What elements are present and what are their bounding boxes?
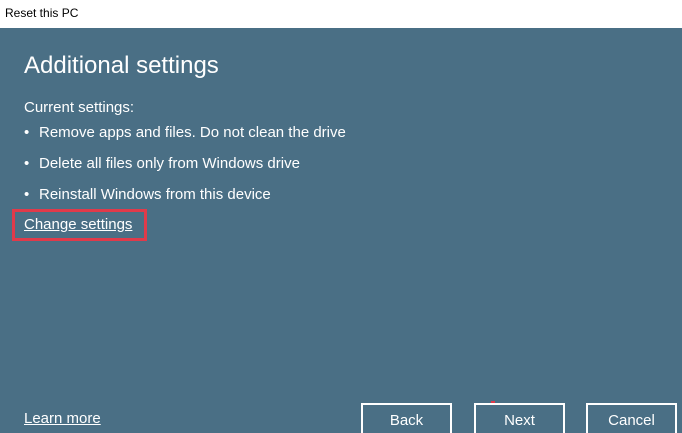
window-title: Reset this PC — [5, 6, 79, 20]
next-button[interactable]: Next — [474, 403, 565, 433]
settings-list: • Remove apps and files. Do not clean th… — [24, 122, 346, 215]
setting-text: Reinstall Windows from this device — [39, 186, 271, 203]
content-panel: Additional settings Current settings: • … — [0, 28, 682, 433]
bullet-icon: • — [24, 155, 30, 172]
setting-text: Remove apps and files. Do not clean the … — [39, 124, 346, 141]
bullet-icon: • — [24, 124, 30, 141]
title-bar: Reset this PC — [0, 0, 682, 28]
back-button[interactable]: Back — [361, 403, 452, 433]
setting-text: Delete all files only from Windows drive — [39, 155, 300, 172]
list-item: • Reinstall Windows from this device — [24, 184, 346, 215]
list-item: • Delete all files only from Windows dri… — [24, 153, 346, 184]
learn-more-link[interactable]: Learn more — [24, 410, 101, 427]
cancel-button[interactable]: Cancel — [586, 403, 677, 433]
reset-pc-window: Reset this PC Additional settings Curren… — [0, 0, 682, 433]
bullet-icon: • — [24, 186, 30, 203]
change-settings-link[interactable]: Change settings — [24, 216, 132, 233]
current-settings-label: Current settings: — [24, 99, 135, 116]
page-title: Additional settings — [24, 52, 219, 79]
list-item: • Remove apps and files. Do not clean th… — [24, 122, 346, 153]
